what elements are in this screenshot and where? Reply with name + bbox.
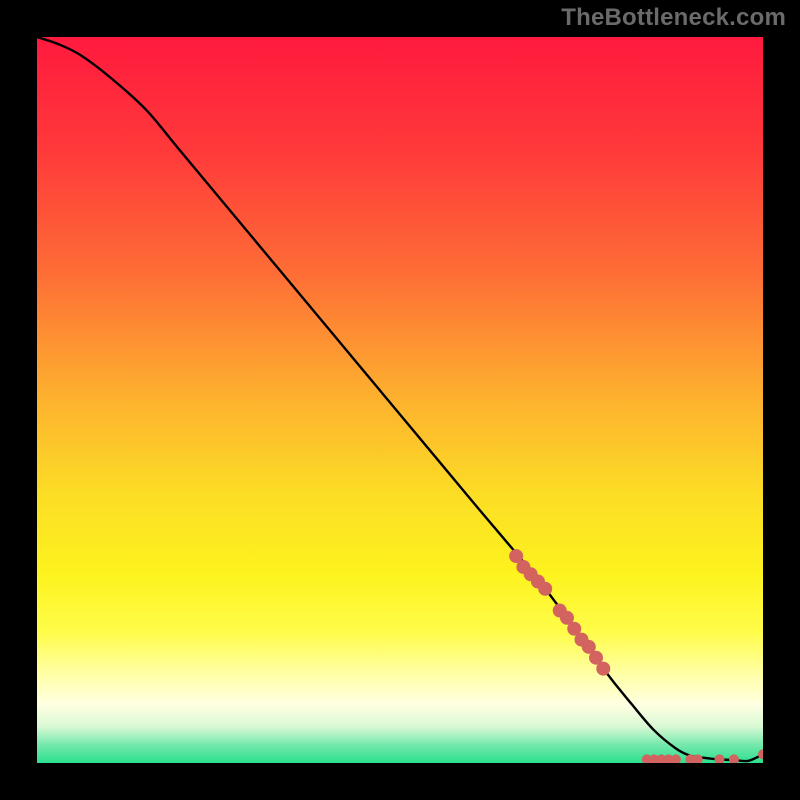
plot-area	[37, 37, 763, 763]
gradient-background	[37, 37, 763, 763]
chart-frame: TheBottleneck.com	[0, 0, 800, 800]
watermark-text: TheBottleneck.com	[561, 4, 786, 32]
plot-svg	[37, 37, 763, 763]
marker-point	[538, 582, 552, 596]
marker-point	[596, 662, 610, 676]
